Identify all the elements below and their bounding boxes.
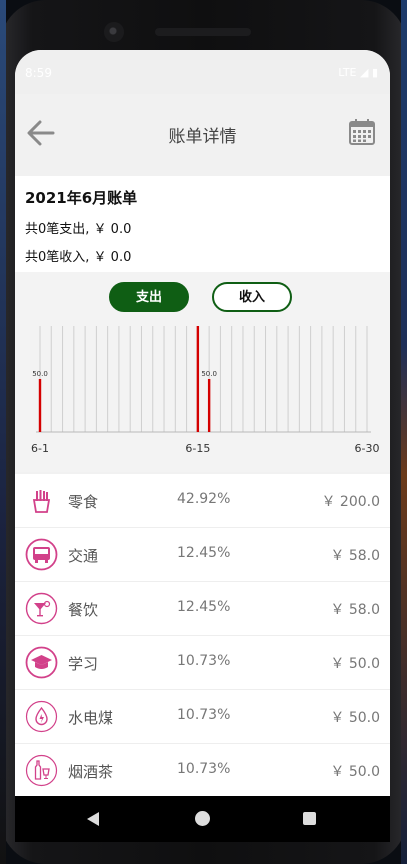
app-bar: 账单详情 [15, 94, 390, 174]
monthly-summary: 2021年6月账单 共0笔支出, ￥ 0.0 共0笔收入, ￥ 0.0 [15, 176, 390, 272]
calendar-icon[interactable] [348, 118, 376, 146]
category-list: 零食 42.92% ￥ 200.0 交通 12.45% ￥ 58.0 餐饮 12.45% ￥ 5… [15, 474, 390, 796]
status-icons: LTE ◢ ▮ [338, 66, 378, 79]
bottle-glass-icon [25, 754, 58, 787]
system-nav-bar [15, 796, 390, 842]
category-row[interactable]: 餐饮 12.45% ￥ 58.0 [15, 582, 390, 636]
page-title: 账单详情 [168, 127, 237, 147]
bar-day-16 [207, 379, 211, 432]
category-name: 零食 [68, 493, 99, 511]
bar-day-15 [196, 326, 200, 432]
category-percent: 12.45% [177, 545, 231, 561]
chart-panel: 支出 收入 50.0 50.0 6-1 6-15 6-30 [15, 272, 390, 472]
bar-value-label: 50.0 [32, 370, 48, 378]
income-toggle-button[interactable]: 收入 [212, 282, 292, 312]
cocktail-icon [25, 592, 58, 625]
earpiece-speaker [155, 28, 251, 36]
category-name: 水电煤 [68, 709, 114, 727]
fries-icon [32, 490, 51, 513]
front-camera [104, 22, 124, 42]
category-amount: ￥ 50.0 [330, 656, 380, 672]
category-amount: ￥ 58.0 [330, 548, 380, 564]
category-row[interactable]: 交通 12.45% ￥ 58.0 [15, 528, 390, 582]
bus-icon [25, 538, 58, 571]
x-tick-label: 6-1 [31, 442, 49, 455]
background-edge-left [0, 0, 6, 864]
category-amount: ￥ 50.0 [330, 764, 380, 780]
category-name: 学习 [68, 655, 99, 673]
income-summary: 共0笔收入, ￥ 0.0 [25, 250, 132, 265]
status-bar: 8:59 LTE ◢ ▮ [15, 50, 390, 94]
category-name: 交通 [68, 547, 99, 565]
category-amount: ￥ 200.0 [321, 494, 380, 510]
category-row[interactable]: 水电煤 10.73% ￥ 50.0 [15, 690, 390, 744]
graduation-cap-icon [25, 646, 58, 679]
category-percent: 10.73% [177, 761, 231, 777]
daily-bar-chart: 50.0 50.0 6-1 6-15 6-30 [31, 326, 380, 455]
expense-toggle-button[interactable]: 支出 [109, 282, 189, 312]
app-screen: 8:59 LTE ◢ ▮ 账单详情 2021年6月账单 共0笔支出, ￥ 0.0… [15, 50, 390, 796]
nav-recents-button[interactable] [303, 812, 316, 825]
drop-flame-icon [25, 700, 58, 733]
category-amount: ￥ 50.0 [330, 710, 380, 726]
category-amount: ￥ 58.0 [330, 602, 380, 618]
category-name: 餐饮 [68, 601, 99, 619]
bar-day-1 [38, 379, 42, 432]
summary-title: 2021年6月账单 [25, 189, 138, 207]
x-tick-label: 6-15 [185, 442, 210, 455]
nav-home-button[interactable] [195, 811, 210, 826]
category-row[interactable]: 烟酒茶 10.73% ￥ 50.0 [15, 744, 390, 796]
category-percent: 10.73% [177, 707, 231, 723]
bar-value-label: 50.0 [201, 370, 217, 378]
category-percent: 42.92% [177, 491, 231, 507]
category-percent: 10.73% [177, 653, 231, 669]
category-row[interactable]: 学习 10.73% ￥ 50.0 [15, 636, 390, 690]
category-row[interactable]: 零食 42.92% ￥ 200.0 [15, 474, 390, 528]
category-percent: 12.45% [177, 599, 231, 615]
nav-back-button[interactable] [87, 812, 99, 826]
expense-summary: 共0笔支出, ￥ 0.0 [25, 222, 132, 237]
category-name: 烟酒茶 [68, 763, 114, 781]
background-edge-right [401, 0, 407, 864]
x-tick-label: 6-30 [355, 442, 380, 455]
status-time: 8:59 [25, 66, 52, 80]
